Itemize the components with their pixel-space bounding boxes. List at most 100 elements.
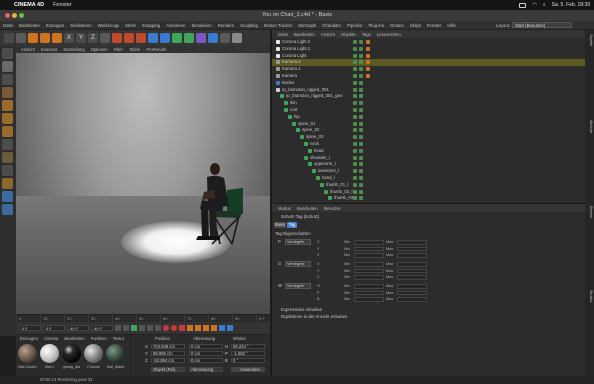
visibility-toggle[interactable] [353, 46, 357, 51]
render-toggle[interactable] [359, 60, 363, 65]
min-field[interactable] [354, 246, 384, 251]
object-row[interactable]: Kamera.2 [272, 59, 586, 67]
app-menu[interactable]: CINEMA 4D [14, 2, 44, 8]
right-tab-ebenen[interactable]: Ebenen [586, 206, 593, 218]
menu-werkzeuge[interactable]: Werkzeuge [98, 23, 120, 28]
render-toggle[interactable] [359, 148, 363, 153]
render-picture-icon[interactable] [124, 33, 134, 43]
snap-icon[interactable] [2, 152, 13, 163]
visibility-toggle[interactable] [353, 87, 357, 92]
end-frame-field[interactable]: 90 F [67, 325, 89, 331]
close-icon[interactable] [5, 13, 10, 18]
menu-octane[interactable]: Octane [390, 23, 404, 28]
menu-skript[interactable]: Skript [410, 23, 421, 28]
size-z-field[interactable]: 0 cm [189, 358, 223, 363]
render-toggle[interactable] [359, 162, 363, 167]
render-settings-icon[interactable] [136, 33, 146, 43]
object-row[interactable]: Corona Light.1 [272, 46, 586, 53]
material-swatch[interactable] [62, 344, 81, 363]
x-axis-icon[interactable]: X [64, 33, 74, 43]
render-toggle[interactable] [359, 101, 363, 106]
visibility-toggle[interactable] [353, 60, 357, 65]
visibility-toggle[interactable] [353, 142, 357, 146]
om-menu-lesezeichen[interactable]: Lesezeichen [377, 32, 401, 37]
menu-fenster[interactable]: Fenster [427, 23, 442, 28]
layout-dropdown[interactable]: Start (Benutzer) [512, 22, 572, 28]
zoom-icon[interactable] [19, 13, 24, 18]
render-toggle[interactable] [359, 53, 363, 58]
om-menu-tags[interactable]: Tags [362, 32, 371, 37]
tag-icon[interactable] [366, 74, 370, 78]
visibility-toggle[interactable] [353, 128, 357, 133]
material-swatch[interactable] [84, 344, 103, 363]
next-key-icon[interactable] [139, 325, 145, 331]
mat-menu-cinema[interactable]: Cinema [44, 336, 58, 342]
size-y-field[interactable]: 0 cm [189, 351, 223, 356]
pen-icon[interactable] [160, 33, 170, 43]
menu-plugins[interactable]: Plug-ins [368, 23, 384, 28]
visibility-toggle[interactable] [353, 94, 357, 99]
menu-charakter[interactable]: Charakter [322, 23, 341, 28]
points-mode-icon[interactable] [2, 100, 13, 111]
goto-end-icon[interactable] [147, 325, 153, 331]
model-mode-icon[interactable] [2, 48, 13, 59]
visibility-toggle[interactable] [353, 40, 357, 44]
render-toggle[interactable] [359, 87, 363, 92]
attr-menu-modus[interactable]: Modus [278, 206, 291, 211]
visibility-toggle[interactable] [353, 155, 357, 160]
workplane-icon[interactable] [2, 165, 13, 176]
tag-icon[interactable] [366, 60, 370, 65]
object-row[interactable]: hand_l [272, 175, 586, 182]
render-toggle[interactable] [359, 155, 363, 160]
max-field[interactable] [397, 297, 427, 302]
render-toggle[interactable] [359, 189, 363, 194]
apply-button[interactable]: Anwenden [231, 367, 265, 372]
pla-key-icon[interactable] [219, 325, 225, 331]
autokey-icon[interactable] [171, 325, 177, 331]
min-field[interactable] [354, 284, 384, 289]
cloner-icon[interactable] [184, 33, 194, 43]
render-toggle[interactable] [359, 46, 363, 51]
visibility-toggle[interactable] [353, 114, 357, 119]
visibility-toggle[interactable] [353, 162, 357, 167]
lock-mode-dropdown[interactable]: Verriegeln [285, 283, 311, 289]
render-toggle[interactable] [359, 121, 363, 126]
timeline-icon[interactable] [227, 325, 233, 331]
render-toggle[interactable] [359, 128, 363, 133]
right-tab-attribute[interactable]: Attribute [586, 120, 593, 133]
pos-z-field[interactable]: -53.894 cm [151, 358, 185, 363]
menu-rendern[interactable]: Rendern [218, 23, 234, 28]
vp-menu-optionen[interactable]: Optionen [91, 47, 108, 52]
rot-p-field[interactable]: -1.582 ° [231, 351, 265, 356]
object-row[interactable]: spine_01 [272, 121, 586, 128]
visibility-toggle[interactable] [353, 176, 357, 180]
size-mode-dropdown[interactable]: Abmessung [189, 367, 223, 372]
max-field[interactable] [397, 246, 427, 251]
min-field[interactable] [354, 275, 384, 280]
render-toggle[interactable] [359, 94, 363, 99]
timeline[interactable]: 0 10 20 30 40 50 60 70 80 90 0 F [16, 314, 270, 323]
min-field[interactable] [354, 268, 384, 273]
selection-tool-icon[interactable] [16, 33, 26, 43]
vp-menu-darstellung[interactable]: Darstellung [64, 47, 85, 52]
object-row[interactable]: root [272, 107, 586, 114]
sculpt-icon[interactable] [2, 204, 13, 215]
rot-h-field[interactable]: 89.224 ° [231, 344, 265, 349]
object-row[interactable]: upperarm_l [272, 161, 586, 168]
subdivision-icon[interactable] [172, 33, 182, 43]
render-toggle[interactable] [359, 135, 363, 140]
menu-sculpting[interactable]: Sculpting [240, 23, 258, 28]
tag-icon[interactable] [366, 46, 370, 51]
max-field[interactable] [397, 268, 427, 273]
option-expressions[interactable]: Expressions erlauben [281, 307, 322, 312]
mat-menu-bearbeiten[interactable]: Bearbeiten [64, 336, 84, 342]
vp-menu-filter[interactable]: Filter [114, 47, 123, 52]
min-field[interactable] [354, 297, 384, 302]
menu-datei[interactable]: Datei [3, 23, 13, 28]
visibility-toggle[interactable] [353, 182, 357, 187]
menu-erzeugen[interactable]: Erzeugen [46, 23, 64, 28]
object-row[interactable]: Boden [272, 80, 586, 87]
current-frame-field[interactable]: 0 F [43, 325, 65, 331]
tag-icon[interactable] [366, 40, 370, 44]
vp-menu-ansicht[interactable]: Ansicht [21, 47, 35, 52]
